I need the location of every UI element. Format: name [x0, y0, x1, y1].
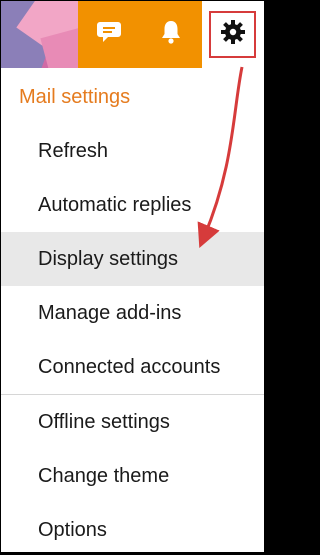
- top-bar: [1, 1, 264, 68]
- menu-item-offline-settings[interactable]: Offline settings: [1, 395, 264, 449]
- chat-button[interactable]: [78, 1, 140, 68]
- chat-icon: [96, 20, 122, 49]
- menu-item-connected-accounts[interactable]: Connected accounts: [1, 340, 264, 394]
- menu-item-options[interactable]: Options: [1, 503, 264, 552]
- menu-item-automatic-replies[interactable]: Automatic replies: [1, 178, 264, 232]
- gear-highlight-box: [209, 11, 256, 58]
- settings-menu: Mail settings Refresh Automatic replies …: [1, 68, 264, 552]
- menu-header: Mail settings: [19, 86, 131, 108]
- notifications-button[interactable]: [140, 1, 202, 68]
- menu-item-refresh[interactable]: Refresh: [1, 124, 264, 178]
- settings-panel: Mail settings Refresh Automatic replies …: [1, 1, 264, 552]
- menu-item-manage-add-ins[interactable]: Manage add-ins: [1, 286, 264, 340]
- menu-item-change-theme[interactable]: Change theme: [1, 449, 264, 503]
- theme-background-art: [1, 1, 78, 68]
- bell-icon: [160, 19, 182, 50]
- menu-item-display-settings[interactable]: Display settings: [1, 232, 264, 286]
